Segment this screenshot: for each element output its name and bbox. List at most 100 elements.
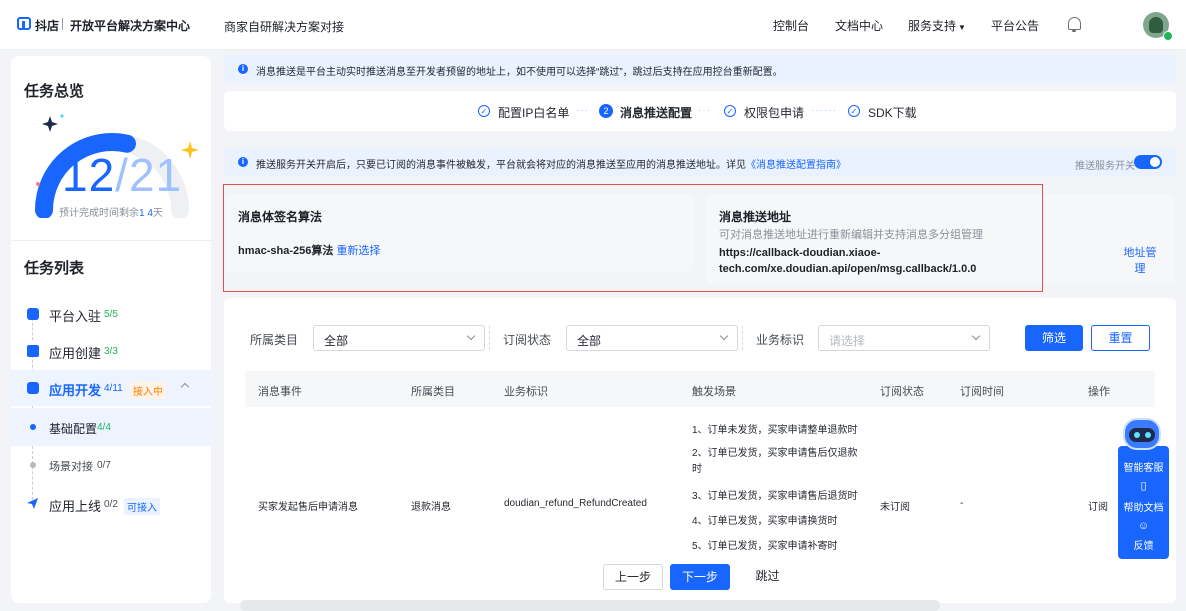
chevron-down-icon [466, 331, 476, 341]
task-app-creation[interactable]: 应用创建 3/3 [11, 333, 211, 369]
biz-placeholder: 请选择 [829, 334, 866, 348]
step-label[interactable]: SDK下载 [868, 104, 917, 121]
status-select[interactable]: 全部 [566, 325, 738, 351]
category-select[interactable]: 全部 [313, 325, 485, 351]
help-docs-link[interactable]: 帮助文档 [1118, 499, 1169, 514]
scene-line: 3、订单已发货，买家申请售后退货时 [692, 491, 858, 502]
smile-icon: ☺ [1137, 520, 1150, 532]
event-link[interactable]: 买家发起售后申请消息 [258, 498, 358, 513]
task-count: 4/11 [104, 383, 123, 394]
verified-badge-icon [1163, 31, 1173, 41]
filter-button[interactable]: 筛选 [1025, 325, 1083, 351]
highlight-frame [223, 184, 1043, 292]
code-icon [27, 382, 39, 394]
dot-decoration [60, 114, 64, 118]
task-scenario-integration[interactable]: 场景对接 0/7 [11, 448, 211, 484]
smart-service-link[interactable]: 智能客服 [1118, 459, 1169, 474]
brand-divider [62, 18, 63, 30]
push-notice: 推送服务开关开启后，只要已订阅的消息事件被触发，平台就会将对应的消息推送至应用的… [256, 156, 846, 171]
step-connector: ··· [576, 105, 589, 116]
scene-line: 4、订单已发货，买家申请换货时 [692, 516, 838, 527]
task-count: 5/5 [104, 309, 118, 320]
step-label[interactable]: 配置IP白名单 [498, 104, 569, 121]
row-status: 未订阅 [880, 502, 910, 513]
timeline-dot [30, 462, 36, 468]
category-value: 全部 [324, 334, 349, 348]
biz-label: 业务标识 [756, 333, 805, 347]
task-platform-onboarding[interactable]: 平台入驻 5/5 [11, 296, 211, 332]
table-row: 买家发起售后申请消息 退款消息 doudian_refund_RefundCre… [245, 407, 1155, 552]
store-icon [27, 308, 39, 320]
col-action: 操作 [1088, 386, 1110, 398]
page-title: 商家自研解决方案对接 [224, 20, 345, 34]
prev-button[interactable]: 上一步 [603, 564, 663, 590]
task-label: 应用创建 [49, 346, 102, 361]
filter-divider [742, 326, 743, 350]
grid-icon [27, 345, 39, 357]
robot-eye [1145, 432, 1151, 438]
push-notice-bar: i 推送服务开关开启后，只要已订阅的消息事件被触发，平台就会将对应的消息推送至应… [224, 148, 1176, 176]
push-guide-link[interactable]: 《消息推送配置指南》 [746, 160, 846, 171]
biz-select[interactable]: 请选择 [818, 325, 990, 351]
status-badge: 可接入 [124, 498, 160, 515]
sparkle-icon [42, 116, 58, 132]
chevron-down-icon [971, 331, 981, 341]
address-manage-link[interactable]: 地址管理 [1123, 245, 1157, 277]
col-time: 订阅时间 [960, 386, 1004, 398]
check-icon: ✓ [478, 105, 490, 117]
row-biz: doudian_refund_RefundCreated [504, 498, 647, 509]
skip-button[interactable]: 跳过 [740, 564, 795, 590]
info-icon: i [238, 64, 248, 74]
notice-text: 消息推送是平台主动实时推送消息至开发者预留的地址上，如不使用可以选择“跳过”，跳… [256, 67, 783, 78]
status-label: 订阅状态 [503, 333, 552, 347]
progress-total: 21 [128, 149, 183, 201]
task-app-development[interactable]: 应用开发 4/11 接入中 [11, 370, 211, 406]
star-icon [181, 141, 198, 159]
col-event: 消息事件 [258, 386, 302, 398]
remaining-value: 1 4 [139, 208, 153, 219]
push-notice-text: 推送服务开关开启后，只要已订阅的消息事件被触发，平台就会将对应的消息推送至应用的… [256, 160, 746, 171]
task-app-launch[interactable]: 应用上线 0/2 可接入 [11, 486, 211, 522]
step-label[interactable]: 权限包申请 [744, 104, 804, 121]
chevron-up-icon[interactable] [180, 382, 190, 392]
remaining-time: 预计完成时间剩余1 4天 [59, 204, 163, 219]
dot-decoration [36, 182, 40, 186]
robot-face [1129, 428, 1155, 442]
step-connector: ······ [811, 105, 837, 116]
next-button[interactable]: 下一步 [670, 564, 730, 590]
reset-button[interactable]: 重置 [1091, 325, 1150, 351]
task-count: 4/4 [97, 422, 111, 433]
status-badge: 接入中 [130, 382, 166, 399]
task-label: 平台入驻 [49, 309, 102, 324]
nav-docs[interactable]: 文档中心 [835, 17, 883, 34]
toggle-label: 推送服务开关 [1075, 161, 1135, 172]
task-count: 0/7 [97, 460, 111, 471]
bell-icon[interactable] [1068, 17, 1081, 32]
step-label[interactable]: 消息推送配置 [620, 104, 692, 121]
col-biz: 业务标识 [504, 386, 548, 398]
task-label: 应用开发 [49, 383, 102, 398]
check-icon: ✓ [724, 105, 736, 117]
brand-name[interactable]: 抖店 [35, 17, 59, 34]
step-connector: ··· [698, 105, 711, 116]
nav-support[interactable]: 服务支持 ▼ [908, 17, 966, 34]
push-service-toggle[interactable] [1134, 155, 1162, 169]
subscribe-link[interactable]: 订阅 [1088, 498, 1108, 513]
nav-announcements[interactable]: 平台公告 [991, 17, 1039, 34]
bottom-shadow [240, 600, 940, 611]
task-basic-config[interactable]: 基础配置 4/4 [11, 408, 211, 446]
task-list-title: 任务列表 [24, 260, 85, 277]
notice-bar: i 消息推送是平台主动实时推送消息至开发者预留的地址上，如不使用可以选择“跳过”… [224, 55, 1176, 83]
doudian-logo-icon[interactable] [17, 17, 31, 30]
feedback-link[interactable]: 反馈 [1118, 537, 1169, 552]
progress-done: 12 [62, 149, 116, 201]
brand-subtitle[interactable]: 开放平台解决方案中心 [70, 17, 190, 34]
info-icon: i [238, 157, 248, 167]
remaining-suffix: 天 [152, 208, 163, 219]
chevron-down-icon [719, 331, 729, 341]
task-label: 基础配置 [49, 422, 98, 436]
book-icon: ▯ [1140, 480, 1147, 492]
nav-console[interactable]: 控制台 [773, 17, 809, 34]
col-category: 所属类目 [411, 386, 455, 398]
filter-divider [489, 326, 490, 350]
